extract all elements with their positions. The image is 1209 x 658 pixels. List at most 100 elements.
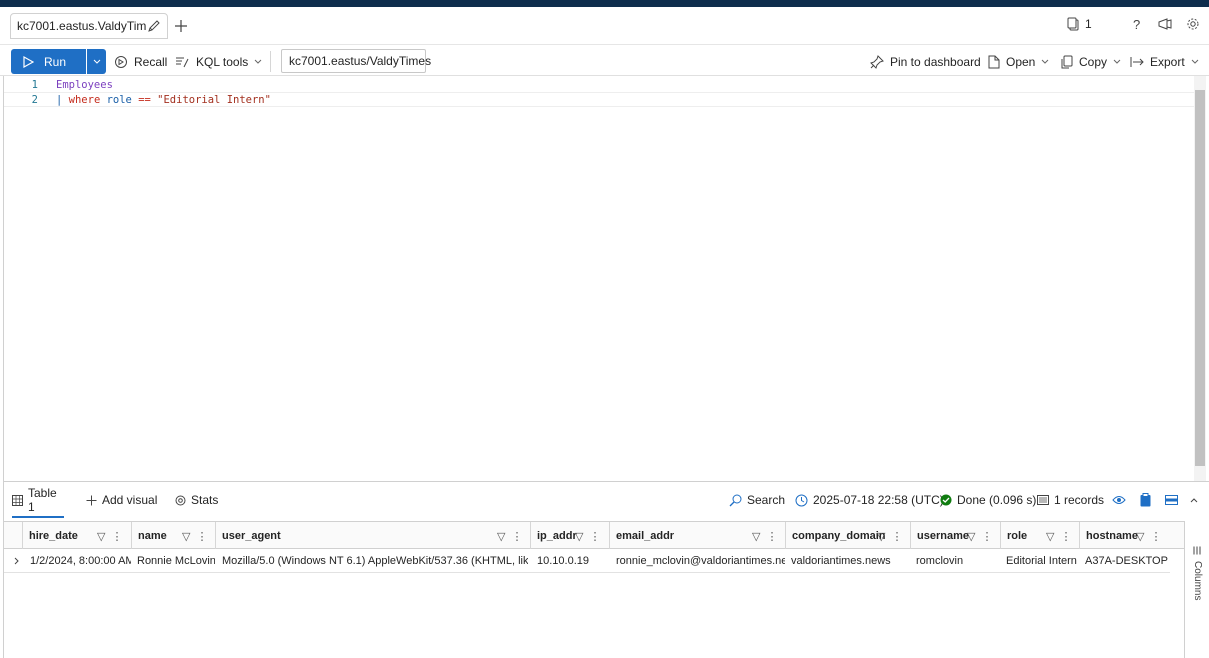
filter-icon[interactable]: ▽ [497,530,505,543]
grid-header: hire_date ▽ ⋮ name ▽ ⋮ user_agent ▽ ⋮ ip_addr ▽… [4,522,1184,549]
add-visual-button[interactable]: Add visual [86,482,157,518]
records-icon [1037,495,1049,505]
tab-stats[interactable]: Stats [175,482,218,518]
column-header-name[interactable]: name ▽ ⋮ [131,522,215,549]
more-vertical-icon[interactable]: ⋮ [981,530,992,543]
filter-icon[interactable]: ▽ [752,530,760,543]
clipboard-icon[interactable] [1140,482,1151,518]
pencil-icon[interactable] [147,19,161,33]
column-header-email-addr[interactable]: email_addr ▽ ⋮ [609,522,785,549]
column-header-role[interactable]: role ▽ ⋮ [1000,522,1079,549]
layout-split-icon[interactable] [1165,482,1178,518]
more-vertical-icon[interactable]: ⋮ [511,530,522,543]
chevron-down-icon [93,59,101,65]
help-icon[interactable]: ? [1131,17,1143,31]
filter-icon[interactable]: ▽ [1136,530,1144,543]
more-vertical-icon[interactable]: ⋮ [589,530,600,543]
cell-hostname[interactable]: A37A-DESKTOP [1081,549,1169,573]
code-field: role [100,93,132,106]
records-count: 1 records [1037,482,1104,518]
filter-icon[interactable]: ▽ [97,530,105,543]
code-equals: == [131,93,151,106]
results-grid: hire_date ▽ ⋮ name ▽ ⋮ user_agent ▽ ⋮ ip_addr ▽… [4,521,1184,658]
column-label: role [1007,529,1028,542]
column-label: hire_date [29,529,78,542]
scrollbar-thumb[interactable] [1195,90,1205,466]
recall-label: Recall [134,54,168,69]
code-line: | where role == "Editorial Intern" [56,94,271,106]
columns-side-panel[interactable]: Columns [1184,521,1209,658]
collapse-chevron-up-icon[interactable] [1190,482,1198,518]
cell-company-domain[interactable]: valdoriantimes.news [787,549,909,573]
column-header-username[interactable]: username ▽ ⋮ [910,522,1000,549]
run-dropdown-button[interactable] [87,49,106,74]
editor-line-current: 2 | where role == "Editorial Intern" [4,92,1194,107]
editor-line: 1 Employees [4,77,1194,92]
search-label: Search [747,493,786,507]
export-button[interactable]: Export [1130,49,1199,74]
cell-ip-addr[interactable]: 10.10.0.19 [533,549,608,573]
stats-label: Stats [191,493,219,507]
cell-user-agent[interactable]: Mozilla/5.0 (Windows NT 6.1) AppleWebKit… [218,549,528,573]
expand-row-chevron-icon[interactable] [10,549,24,573]
more-vertical-icon[interactable]: ⋮ [1150,530,1161,543]
export-label: Export [1150,54,1185,69]
more-vertical-icon[interactable]: ⋮ [111,530,122,543]
kql-tools-button[interactable]: KQL tools [175,49,262,74]
table-tab-label: Table 1 [28,486,57,514]
filter-icon[interactable]: ▽ [575,530,583,543]
settings-gear-icon[interactable] [1186,17,1200,31]
add-tab-icon[interactable] [172,17,190,35]
column-header-user-agent[interactable]: user_agent ▽ ⋮ [215,522,529,549]
open-button[interactable]: Open [988,49,1049,74]
eye-icon[interactable] [1112,482,1126,518]
search-icon [729,494,742,507]
table-row[interactable]: 1/2/2024, 8:00:00 AM Ronnie McLovin Mozi… [4,549,1170,573]
code-operator: where [68,93,101,106]
filter-icon[interactable]: ▽ [967,530,975,543]
more-vertical-icon[interactable]: ⋮ [766,530,777,543]
cell-role[interactable]: Editorial Intern [1002,549,1079,573]
kql-tools-label: KQL tools [196,54,249,69]
query-tab[interactable]: kc7001.eastus.ValdyTim... [10,13,168,39]
columns-icon [1192,546,1202,555]
column-label: email_addr [616,529,675,542]
database-selector[interactable]: kc7001.eastus/ValdyTimes [281,49,431,73]
line-number: 1 [31,78,38,91]
tab-table-1[interactable]: Table 1 [12,482,64,518]
query-editor[interactable]: 1 Employees 2 | where role == "Editorial… [4,76,1194,481]
more-vertical-icon[interactable]: ⋮ [1060,530,1071,543]
recall-button[interactable]: Recall [114,49,167,74]
query-status: Done (0.096 s) [940,482,1036,518]
cell-hire-date[interactable]: 1/2/2024, 8:00:00 AM [26,549,131,573]
open-label: Open [1006,54,1036,69]
cell-username[interactable]: romclovin [912,549,1000,573]
filter-icon[interactable]: ▽ [877,530,885,543]
filter-icon[interactable]: ▽ [182,530,190,543]
column-header-hostname[interactable]: hostname ▽ ⋮ [1079,522,1169,549]
column-header-company-domain[interactable]: company_domain ▽ ⋮ [785,522,910,549]
column-header-ip-addr[interactable]: ip_addr ▽ ⋮ [530,522,608,549]
copy-button[interactable]: Copy [1061,49,1121,74]
plus-icon [86,495,97,506]
more-vertical-icon[interactable]: ⋮ [891,530,902,543]
chevron-down-icon [1113,59,1121,65]
cell-name[interactable]: Ronnie McLovin [133,549,215,573]
column-header-hire-date[interactable]: hire_date ▽ ⋮ [22,522,130,549]
editor-scrollbar[interactable] [1194,76,1206,481]
records-text: 1 records [1054,493,1105,507]
column-label: name [138,529,167,542]
query-timestamp: 2025-07-18 22:58 (UTC) [795,482,944,518]
feedback-megaphone-icon[interactable] [1157,17,1173,31]
code-table-name: Employees [56,78,113,91]
filter-icon[interactable]: ▽ [1046,530,1054,543]
sessions-indicator[interactable]: 1 [1066,17,1092,31]
pin-to-dashboard-button[interactable]: Pin to dashboard [870,49,981,74]
cell-email-addr[interactable]: ronnie_mclovin@valdoriantimes.news [612,549,785,573]
run-button[interactable]: Run [11,49,86,74]
more-vertical-icon[interactable]: ⋮ [196,530,207,543]
run-label: Run [44,54,67,69]
export-arrow-icon [1130,56,1144,68]
search-button[interactable]: Search [729,482,785,518]
toolbar-divider [270,51,271,72]
